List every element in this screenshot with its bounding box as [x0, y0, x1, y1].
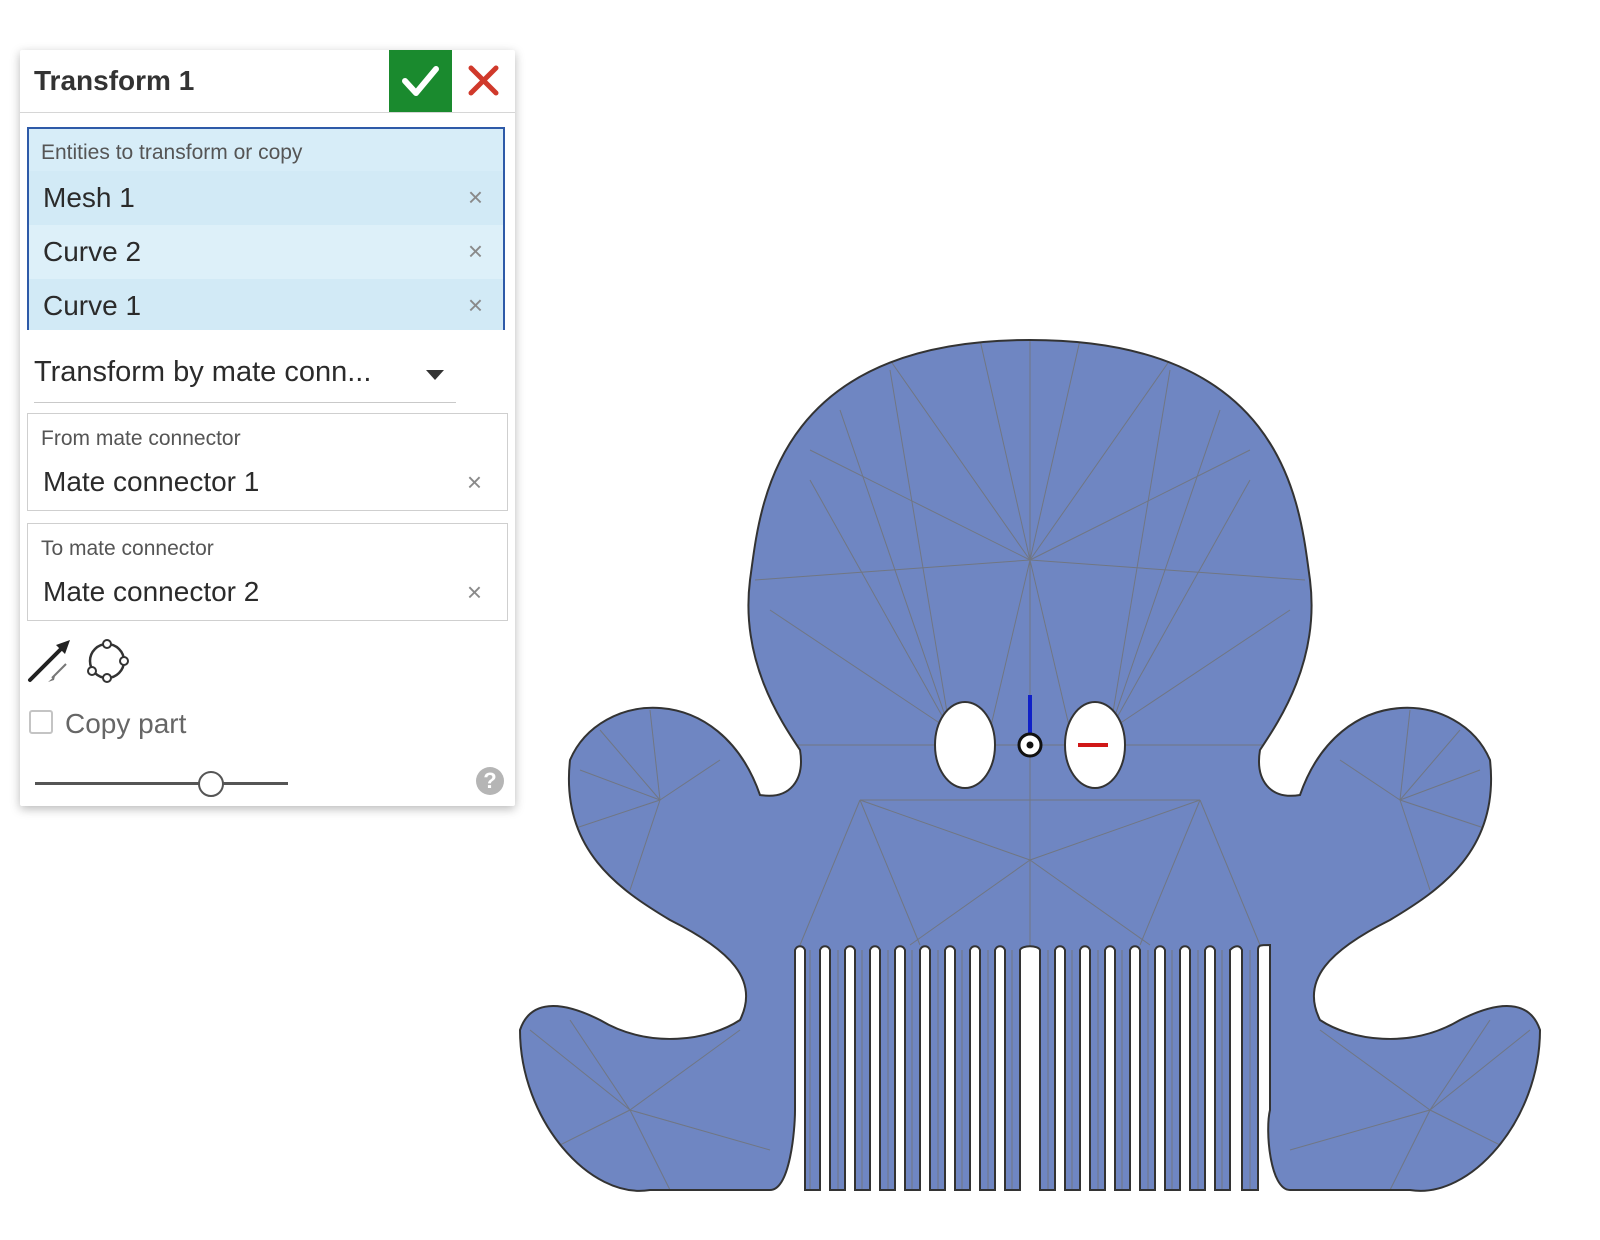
checkmark-icon [402, 66, 439, 96]
flip-direction-button[interactable] [26, 638, 74, 686]
remove-to-connector-icon[interactable]: × [467, 577, 482, 608]
to-mate-connector-field[interactable]: To mate connector Mate connector 2 × [27, 523, 508, 621]
copy-part-label: Copy part [65, 708, 187, 739]
to-mate-connector-value: Mate connector 2 [43, 576, 260, 607]
octopus-mesh[interactable] [510, 330, 1550, 1200]
remove-entity-icon[interactable]: × [468, 236, 483, 267]
help-icon[interactable]: ? [476, 767, 504, 795]
confirm-button[interactable] [389, 50, 452, 112]
dialog-title: Transform 1 [34, 65, 195, 96]
cancel-button[interactable] [452, 50, 515, 112]
entity-item-label: Curve 1 [43, 290, 142, 321]
entity-item[interactable]: Mesh 1 × [29, 171, 503, 225]
left-eye-hole [934, 701, 996, 789]
to-mate-connector-label: To mate connector [41, 537, 214, 560]
mate-connector-icon[interactable] [1017, 732, 1043, 758]
copy-part-checkbox[interactable] [29, 710, 53, 734]
entity-item-label: Mesh 1 [43, 182, 135, 213]
entity-item[interactable]: Curve 1 × [29, 279, 503, 330]
entities-label: Entities to transform or copy [41, 141, 303, 164]
flip-direction-arrow-icon [28, 640, 70, 682]
transform-dialog: Transform 1 Entities to transform or cop… [20, 50, 515, 806]
close-icon [468, 65, 499, 96]
remove-entity-icon[interactable]: × [468, 182, 483, 213]
from-mate-connector-field[interactable]: From mate connector Mate connector 1 × [27, 413, 508, 511]
transform-type-value: Transform by mate conn... [34, 356, 372, 388]
slider-track[interactable] [35, 782, 288, 785]
from-mate-connector-value: Mate connector 1 [43, 466, 260, 497]
graphics-viewport[interactable] [510, 330, 1550, 1200]
transform-type-select[interactable]: Transform by mate conn... [34, 350, 456, 403]
entities-query-list[interactable]: Entities to transform or copy Mesh 1 × C… [27, 127, 505, 330]
from-mate-connector-label: From mate connector [41, 427, 241, 450]
dialog-header: Transform 1 [20, 50, 515, 113]
rotate-cycle-icon [87, 639, 129, 683]
chevron-down-icon [426, 370, 444, 380]
remove-from-connector-icon[interactable]: × [467, 467, 482, 498]
rotate-button[interactable] [84, 639, 130, 685]
slider-thumb[interactable] [198, 771, 224, 797]
entity-item-label: Curve 2 [43, 236, 142, 267]
remove-entity-icon[interactable]: × [468, 290, 483, 321]
entity-item[interactable]: Curve 2 × [29, 225, 503, 279]
